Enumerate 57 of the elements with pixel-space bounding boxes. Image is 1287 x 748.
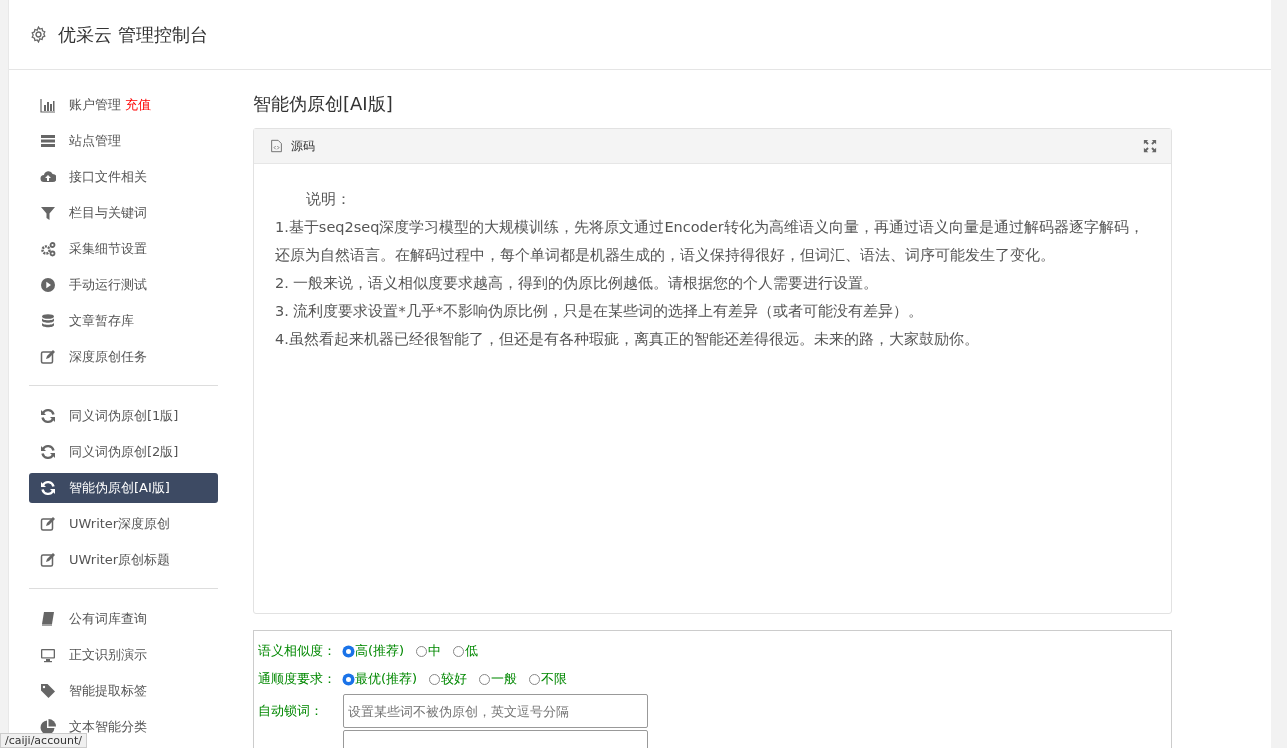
play-icon [40,277,56,293]
refresh-icon [40,480,56,496]
bar-chart-icon [40,97,56,113]
filter-icon [40,205,56,221]
monitor-icon [40,647,56,663]
sidebar-item[interactable]: 文章暂存库 [29,311,218,331]
sidebar-item[interactable]: 账户管理 充值 [29,95,218,115]
refresh-icon [40,408,56,424]
code-file-icon [270,139,283,153]
description-text: 4.虽然看起来机器已经很智能了，但还是有各种瑕疵，离真正的智能还差得很远。未来的路，大家鼓励你。 [275,330,980,349]
edit-icon [40,516,56,532]
sidebar-item[interactable]: UWriter原创标题 [29,550,218,570]
app-title: 优采云 管理控制台 [58,22,208,47]
sidebar-item[interactable]: 智能伪原创[AI版] [29,473,218,503]
radio-option[interactable]: 不限 [529,670,568,688]
recharge-link[interactable]: 充值 [125,96,151,114]
sidebar-item[interactable]: 同义词伪原创[1版] [29,406,218,426]
radio-option[interactable]: 较好 [429,670,468,688]
field-label: 自动锁词： [258,702,324,720]
sidebar-item[interactable]: 同义词伪原创[2版] [29,442,218,462]
description-text: 3. 流利度要求设置*几乎*不影响伪原比例，只是在某些词的选择上有差异（或者可能没有差异）。 [275,302,924,321]
server-icon [40,133,56,149]
sidebar-item[interactable]: 栏目与关键词 [29,203,218,223]
book-icon [40,611,56,627]
description-text: 1.基于seq2seq深度学习模型的大规模训练，先将原文通过Encoder转化为高维语义向量，再通过语义向量是通过解码器逐字解码，还原为自然语言。在解码过程中，每个单词都是机器生成的，语义保持得很好，但词汇、语法、词序可能发生了变化。 [275,218,1145,265]
tag-icon [40,683,56,699]
description-text: 2. 一般来说，语义相似度要求越高，得到的伪原比例越低。请根据您的个人需要进行设置。 [275,274,880,293]
sidebar-item[interactable]: 公有词库查询 [29,609,218,629]
sidebar-item[interactable]: 手动运行测试 [29,275,218,295]
panel-title: 源码 [291,137,315,155]
sidebar-item[interactable]: 深度原创任务 [29,347,218,367]
status-tooltip: /caiji/account/ [0,733,87,748]
database-icon [40,313,56,329]
settings-icon [30,26,47,43]
cloud-upload-icon [40,169,56,185]
gears-icon [40,241,56,257]
sidebar-item[interactable]: 采集细节设置 [29,239,218,259]
sidebar-item[interactable]: 站点管理 [29,131,218,151]
radio-option[interactable]: 低 [453,642,479,660]
sidebar-item[interactable]: UWriter深度原创 [29,514,218,534]
pie-chart-icon [40,719,56,735]
radio-option[interactable]: 中 [416,642,442,660]
radio-option[interactable]: 高(推荐) [343,642,405,660]
edit-icon [40,552,56,568]
sidebar-item[interactable]: 正文识别演示 [29,645,218,665]
text-field[interactable]: 设置某些词不被伪原创，英文逗号分隔 [343,694,648,728]
field-label: 通顺度要求： [258,670,337,688]
sidebar-item[interactable]: 接口文件相关 [29,167,218,187]
edit-icon [40,349,56,365]
refresh-icon [40,444,56,460]
radio-option[interactable]: 一般 [479,670,518,688]
sidebar-item[interactable]: 智能提取标签 [29,681,218,701]
fullscreen-icon[interactable] [1143,139,1157,153]
field-label: 语义相似度： [258,642,337,660]
radio-option[interactable]: 最优(推荐) [343,670,418,688]
page-title: 智能伪原创[AI版] [253,92,394,116]
description-heading: 说明： [305,190,352,209]
